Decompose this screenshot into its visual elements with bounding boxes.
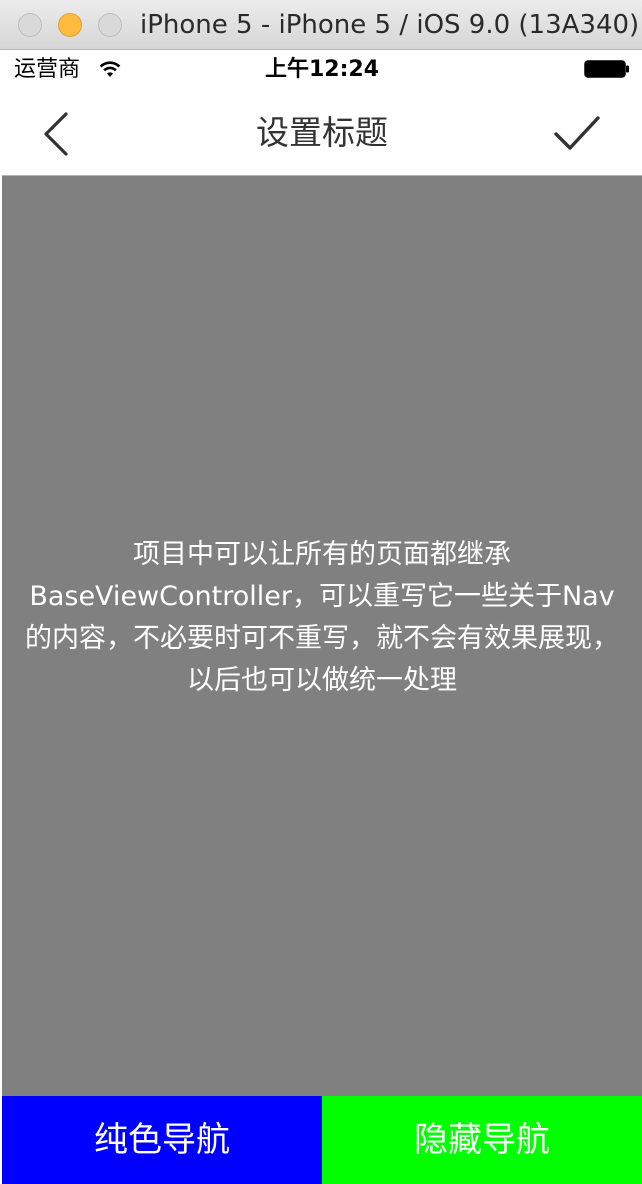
window-minimize-button[interactable] <box>58 13 82 37</box>
device-screen: 运营商 上午12:24 设置标题 项目中可以让所有的页面都继承BaseViewC… <box>2 50 642 1184</box>
status-time: 上午12:24 <box>264 57 380 82</box>
navigation-bar: 设置标题 <box>2 90 642 176</box>
simulator-window: iPhone 5 - iPhone 5 / iOS 9.0 (13A340) 运… <box>0 0 642 1184</box>
window-titlebar[interactable]: iPhone 5 - iPhone 5 / iOS 9.0 (13A340) <box>0 0 642 50</box>
description-text: 项目中可以让所有的页面都继承BaseViewController，可以重写它一些… <box>25 539 619 696</box>
solid-color-nav-button[interactable]: 纯色导航 <box>2 1096 322 1184</box>
page-title: 设置标题 <box>256 113 388 152</box>
window-zoom-button[interactable] <box>98 13 122 37</box>
content-area: 项目中可以让所有的页面都继承BaseViewController，可以重写它一些… <box>2 176 642 1096</box>
checkmark-icon[interactable] <box>552 108 604 160</box>
window-close-button[interactable] <box>18 13 42 37</box>
bottom-button-bar: 纯色导航 隐藏导航 <box>2 1096 642 1184</box>
window-title: iPhone 5 - iPhone 5 / iOS 9.0 (13A340) <box>140 10 640 40</box>
battery-icon <box>584 60 629 78</box>
status-bar: 运营商 上午12:24 <box>2 50 642 90</box>
hide-nav-button[interactable]: 隐藏导航 <box>322 1096 642 1184</box>
